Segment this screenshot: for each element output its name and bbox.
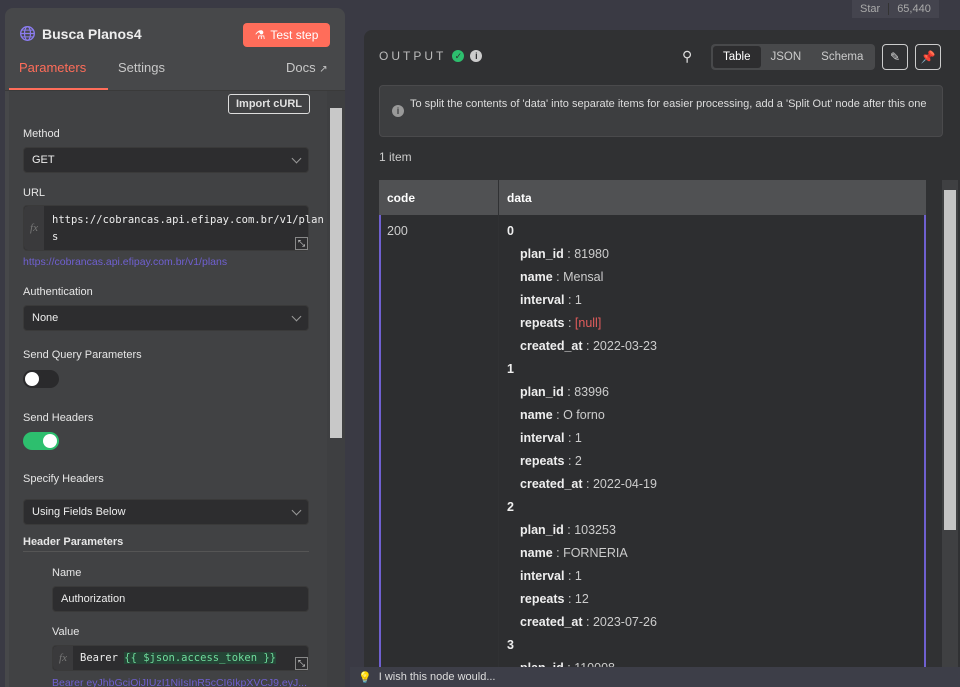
chevron-down-icon — [291, 311, 302, 322]
specify-headers-label: Specify Headers — [23, 473, 104, 485]
send-headers-toggle[interactable] — [23, 432, 59, 450]
data-item-index: 1 — [507, 362, 514, 376]
output-scrollbar[interactable] — [942, 180, 958, 667]
data-field-repeats: repeats : [null] — [520, 316, 602, 330]
header-value-resolved-preview: Bearer eyJhbGciOiJIUzI1NiIsInR5cCI6IkpXV… — [52, 677, 308, 687]
url-resolved-preview: https://cobrancas.api.efipay.com.br/v1/p… — [23, 256, 228, 268]
output-label: OUTPUT — [379, 49, 447, 63]
github-star-count: 65,440 — [888, 3, 939, 15]
data-field-created-at: created_at : 2023-07-26 — [520, 615, 657, 629]
expand-editor-icon[interactable]: ⤡ — [295, 237, 308, 250]
tab-parameters[interactable]: Parameters — [19, 60, 86, 75]
specify-headers-value: Using Fields Below — [32, 506, 126, 518]
info-icon[interactable]: i — [470, 50, 483, 62]
data-field-created-at: created_at : 2022-03-23 — [520, 339, 657, 353]
authentication-select[interactable]: None — [23, 305, 309, 331]
success-check-icon: ✓ — [452, 50, 465, 62]
github-star-label: Star — [860, 3, 881, 15]
data-item-index: 3 — [507, 638, 514, 652]
data-field-repeats: repeats : 12 — [520, 592, 589, 606]
url-value-line2: s — [52, 231, 59, 243]
output-header: OUTPUT ✓ i — [379, 49, 483, 63]
feedback-bar[interactable]: 💡 I wish this node would... — [350, 667, 960, 687]
header-value-input[interactable]: fx Bearer {{ $json.access_token }} ⤡ — [52, 645, 309, 671]
parameters-scrollbar[interactable] — [327, 91, 345, 687]
expand-editor-icon[interactable]: ⤡ — [295, 657, 308, 670]
authentication-value: None — [32, 312, 59, 324]
tab-docs[interactable]: Docs ↗ — [286, 60, 328, 75]
data-field-interval: interval : 1 — [520, 293, 582, 307]
header-value-label: Value — [52, 626, 80, 638]
url-label: URL — [23, 187, 46, 199]
search-icon[interactable]: ⚲ — [682, 48, 692, 65]
output-panel: OUTPUT ✓ i ⚲ Table JSON Schema ✎ 📌 i To … — [364, 30, 960, 667]
data-item-index: 0 — [507, 224, 514, 238]
notice-text: To split the contents of 'data' into sep… — [410, 98, 927, 110]
url-input[interactable]: fx https://cobrancas.api.efipay.com.br/v… — [23, 205, 324, 251]
cell-data: 0 plan_id : 81980 name : Mensal interval : … — [499, 215, 926, 667]
chevron-down-icon — [291, 505, 302, 516]
flask-icon: ⚗ — [254, 28, 266, 42]
send-query-label: Send Query Parameters — [23, 349, 142, 361]
data-field-name: name : O forno — [520, 408, 605, 422]
data-field-interval: interval : 1 — [520, 569, 582, 583]
view-schema-tab[interactable]: Schema — [811, 46, 873, 68]
output-table: code data 200 0 plan_id : 81980 name : Men… — [379, 180, 926, 667]
data-field-name: name : Mensal — [520, 270, 604, 284]
header-name-label: Name — [52, 567, 82, 579]
specify-headers-select[interactable]: Using Fields Below — [23, 499, 309, 525]
data-field-plan-id: plan_id : 103253 — [520, 523, 616, 537]
data-field-plan-id: plan_id : 81980 — [520, 247, 609, 261]
lightbulb-icon: 💡 — [358, 671, 372, 684]
globe-icon — [20, 26, 35, 41]
docs-label: Docs — [286, 60, 316, 75]
external-link-icon: ↗ — [319, 64, 328, 75]
authentication-label: Authentication — [23, 286, 93, 298]
data-field-repeats: repeats : 2 — [520, 454, 582, 468]
method-value: GET — [32, 154, 55, 166]
edit-pencil-icon[interactable]: ✎ — [882, 44, 908, 70]
node-title-text: Busca Planos4 — [42, 25, 142, 42]
column-header-data: data — [499, 180, 926, 215]
data-item-index: 2 — [507, 500, 514, 514]
output-view-switcher: Table JSON Schema — [711, 44, 875, 70]
data-field-interval: interval : 1 — [520, 431, 582, 445]
send-headers-label: Send Headers — [23, 412, 94, 424]
method-select[interactable]: GET — [23, 147, 309, 173]
send-query-toggle[interactable] — [23, 370, 59, 388]
feedback-text: I wish this node would... — [378, 671, 496, 683]
view-table-tab[interactable]: Table — [713, 46, 761, 68]
header-name-input[interactable]: Authorization — [52, 586, 309, 612]
header-parameters-label: Header Parameters — [23, 536, 124, 548]
node-title: Busca Planos4 — [19, 25, 142, 42]
url-value-line1: https://cobrancas.api.efipay.com.br/v1/p… — [52, 214, 324, 226]
data-field-name: name : FORNERIA — [520, 546, 628, 560]
view-json-tab[interactable]: JSON — [761, 46, 812, 68]
header-value-expression: {{ $json.access_token }} — [124, 652, 276, 664]
method-label: Method — [23, 128, 60, 140]
expression-fx-icon: fx — [24, 206, 44, 250]
panel-tabs: Parameters Settings Docs ↗ — [5, 58, 345, 91]
tab-settings[interactable]: Settings — [118, 60, 165, 75]
data-field-created-at: created_at : 2022-04-19 — [520, 477, 657, 491]
test-step-button[interactable]: ⚗ Test step — [243, 23, 330, 47]
active-tab-indicator — [9, 88, 108, 90]
test-step-label: Test step — [270, 28, 319, 42]
node-parameters-panel: Busca Planos4 ⚗ Test step Parameters Sett… — [5, 8, 345, 687]
expression-fx-icon: fx — [53, 646, 73, 670]
item-count: 1 item — [379, 150, 412, 164]
cell-code: 200 — [379, 215, 498, 667]
column-header-code: code — [379, 180, 498, 215]
divider — [23, 551, 309, 552]
pin-icon[interactable]: 📌 — [915, 44, 941, 70]
header-value-prefix: Bearer — [80, 652, 125, 664]
chevron-down-icon — [291, 153, 302, 164]
data-field-plan-id: plan_id : 83996 — [520, 385, 609, 399]
import-curl-button[interactable]: Import cURL — [228, 94, 310, 114]
split-out-notice: i To split the contents of 'data' into s… — [379, 85, 943, 137]
parameters-form: Import cURL Method GET URL fx https://co… — [9, 91, 327, 687]
info-icon: i — [392, 105, 404, 117]
code-value: 200 — [387, 224, 408, 238]
github-star-widget[interactable]: Star 65,440 — [852, 0, 939, 18]
